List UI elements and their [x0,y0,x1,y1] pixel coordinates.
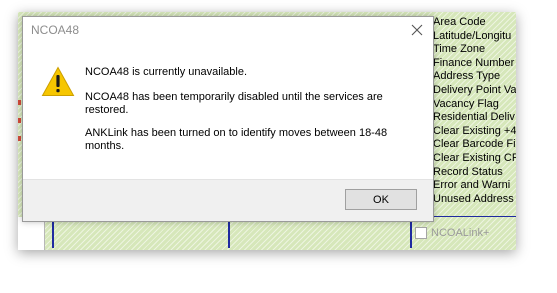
field-list-item[interactable]: Vacancy Flag [433,98,516,112]
field-list-item[interactable]: Error and Warni [433,179,516,193]
warning-icon [41,66,75,96]
red-marker [18,118,21,123]
field-list-item[interactable]: Time Zone [433,43,516,57]
field-list-item[interactable]: Record Status [433,166,516,180]
ncoa-link-label: NCOALink+ [431,227,490,239]
dialog-title: NCOA48 [31,23,80,37]
field-list-item[interactable]: Delivery Point Va [433,84,516,98]
dialog-message: NCOA48 is currently unavailable. NCOA48 … [85,66,415,163]
close-icon[interactable] [411,24,423,36]
ncoa48-alert-dialog: NCOA48 NCOA48 is currently unavailable. … [22,16,434,222]
field-list-item[interactable]: Clear Existing CF [433,152,516,166]
field-list-item[interactable]: Clear Barcode Fi [433,138,516,152]
field-list-item[interactable]: Latitude/Longitu [433,30,516,44]
field-list-item[interactable]: Clear Existing +4 [433,125,516,139]
field-list-item[interactable]: Residential Deliv [433,111,516,125]
dialog-footer: OK [23,179,433,221]
close-button[interactable] [407,21,427,39]
output-field-list[interactable]: Area Code Latitude/Longitu Time Zone Fin… [430,16,516,217]
field-list-item[interactable]: Address Type [433,70,516,84]
message-text: NCOA48 has been temporarily disabled unt… [85,91,383,116]
message-heading: NCOA48 is currently unavailable. [85,66,248,78]
red-marker [18,100,21,105]
ncoa-link-checkbox[interactable] [415,227,427,239]
field-list-item[interactable]: Unused Address [433,193,516,207]
ncoa-link-option[interactable]: NCOALink+ [415,227,489,239]
red-marker [18,136,21,141]
message-text: ANKLink has been turned on to identify m… [85,127,388,152]
field-list-item[interactable]: Finance Number [433,57,516,71]
field-list-item[interactable]: Area Code [433,16,516,30]
ok-button[interactable]: OK [345,189,417,210]
